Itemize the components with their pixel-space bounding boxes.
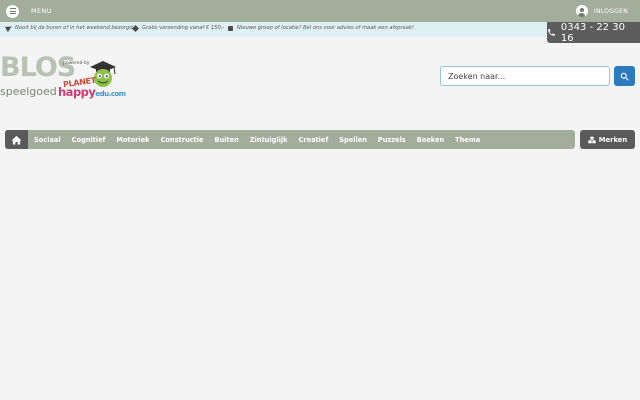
logo-speelgoed-text: speelgoed <box>0 85 57 98</box>
menu-label: MENU <box>31 7 52 15</box>
cubes-icon <box>588 136 596 143</box>
nav-item-creatief[interactable]: Creatief <box>293 136 334 144</box>
home-button[interactable] <box>5 130 28 149</box>
menu-button[interactable]: MENU <box>6 4 52 18</box>
user-icon <box>575 5 588 17</box>
search-input[interactable] <box>440 66 610 86</box>
home-icon <box>11 135 22 145</box>
diamond-icon <box>131 24 140 32</box>
usp-bar: Nooit bij de buren of in het weekend bez… <box>0 22 640 37</box>
phone-icon <box>548 29 555 36</box>
paper-plane-icon <box>4 23 14 33</box>
category-nav: Sociaal Cognitief Motoriek Constructie B… <box>5 130 575 149</box>
nav-item-boeken[interactable]: Boeken <box>411 136 449 144</box>
login-button[interactable]: INLOGGEN <box>575 4 628 18</box>
nav-item-cognitief[interactable]: Cognitief <box>66 136 111 144</box>
login-label: INLOGGEN <box>593 7 628 15</box>
calendar-icon <box>228 25 233 31</box>
nav-item-puzzels[interactable]: Puzzels <box>372 136 411 144</box>
hamburger-icon <box>6 4 19 18</box>
search-button[interactable] <box>614 66 635 86</box>
nav-item-zintuiglijk[interactable]: Zintuiglijk <box>244 136 293 144</box>
logo-blos-text: BLOS <box>0 52 76 83</box>
usp-text: Nooit bij de buren of in het weekend bez… <box>15 25 133 31</box>
nav-item-spellen[interactable]: Spellen <box>334 136 373 144</box>
top-bar: MENU INLOGGEN <box>0 0 640 22</box>
logo-happyedu-text: happyedu.com <box>58 85 126 99</box>
brands-label: Merken <box>598 135 628 144</box>
nav-item-thema[interactable]: Thema <box>450 136 486 144</box>
nav-item-motoriek[interactable]: Motoriek <box>111 136 155 144</box>
search-icon <box>620 72 629 80</box>
usp-shipping: Gratis verzending vanaf € 150,- <box>131 24 225 32</box>
usp-text: Gratis verzending vanaf € 150,- <box>142 25 225 31</box>
nav-item-constructie[interactable]: Constructie <box>155 136 209 144</box>
phone-number[interactable]: 0343 - 22 30 16 <box>547 21 640 44</box>
usp-text: Nieuwe groep of locatie? Bel ons voor ad… <box>237 25 414 31</box>
nav-item-sociaal[interactable]: Sociaal <box>28 136 66 144</box>
usp-advice: Nieuwe groep of locatie? Bel ons voor ad… <box>228 25 414 31</box>
site-logo[interactable]: BLOS speelgoed powered by PLANET happyed… <box>0 52 132 108</box>
nav-item-buiten[interactable]: Buiten <box>209 136 244 144</box>
usp-delivery: Nooit bij de buren of in het weekend bez… <box>4 23 133 33</box>
brands-button[interactable]: Merken <box>580 130 635 149</box>
phone-text: 0343 - 22 30 16 <box>560 21 625 44</box>
